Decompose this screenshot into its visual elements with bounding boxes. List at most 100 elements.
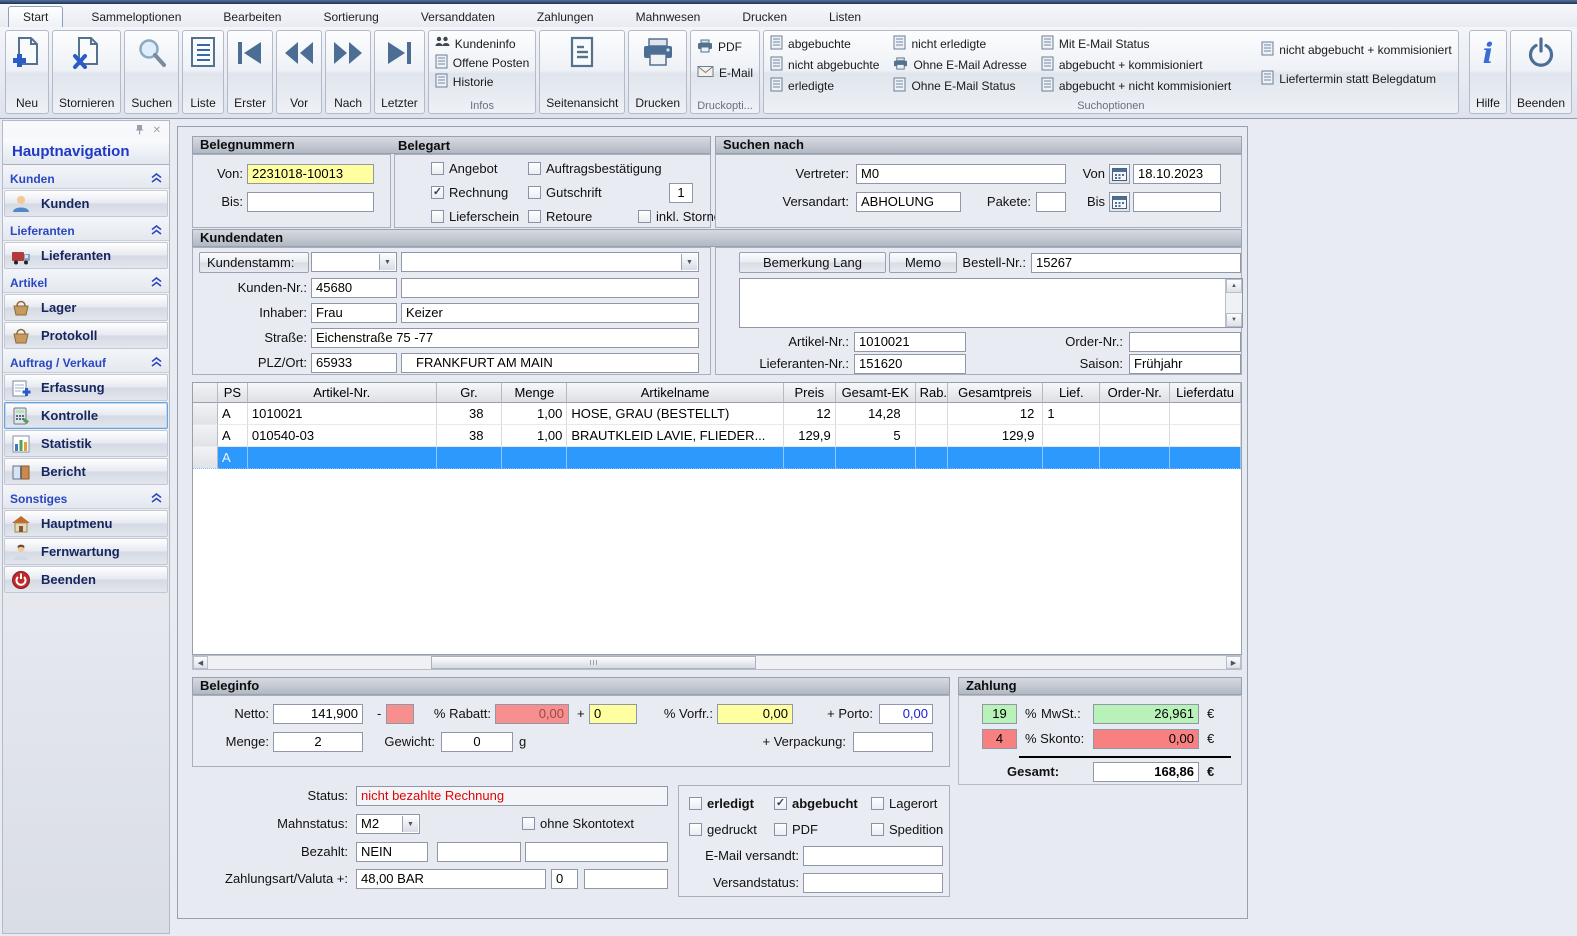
vertreter-input[interactable]: M0 — [856, 164, 1066, 184]
suchoption-nicht-abgebuchte[interactable]: nicht abgebuchte — [770, 55, 879, 74]
kunden-name-input[interactable] — [401, 278, 699, 298]
erster-button[interactable]: Erster — [227, 30, 274, 114]
skonto-prozent-input[interactable]: 4 — [982, 729, 1017, 749]
neu-button[interactable]: Neu — [5, 30, 49, 114]
rechnung-checkbox[interactable] — [431, 186, 444, 199]
rabatt-input[interactable]: 0,00 — [495, 704, 569, 724]
suchen-button[interactable]: Suchen — [124, 30, 180, 114]
tab-mahnwesen[interactable]: Mahnwesen — [622, 7, 715, 27]
chevron-up-icon[interactable] — [151, 276, 162, 290]
gutschrift-count-input[interactable]: 1 — [669, 183, 693, 203]
stornieren-button[interactable]: Stornieren — [52, 30, 122, 114]
suchoption-mit-e-mail-status[interactable]: Mit E-Mail Status — [1041, 34, 1231, 53]
suchoption-abgebuchte[interactable]: abgebuchte — [770, 34, 879, 53]
kundenstamm-code-combo[interactable]: ▼ — [311, 252, 397, 272]
skonto-betrag-input[interactable]: 0,00 — [1093, 729, 1199, 749]
pakete-input[interactable] — [1036, 192, 1066, 212]
sidebar-group-lieferanten[interactable]: Lieferanten — [3, 217, 169, 241]
gewicht-input[interactable]: 0 — [441, 732, 513, 752]
ort-input[interactable]: FRANKFURT AM MAIN — [401, 353, 699, 373]
column-header-gesamt-ek[interactable]: Gesamt-EK — [835, 383, 916, 403]
versandstatus-input[interactable] — [803, 873, 943, 893]
zuschlag-input[interactable]: 0 — [589, 704, 637, 724]
sidebar-item-lager[interactable]: Lager — [4, 294, 168, 321]
sidebar-item-beenden[interactable]: Beenden — [4, 566, 168, 593]
inhaber-name-input[interactable]: Keizer — [401, 303, 699, 323]
zahlungsart-input[interactable]: 48,00 BAR — [356, 869, 546, 889]
chevron-up-icon[interactable] — [151, 224, 162, 238]
auftragsbestaetigung-checkbox[interactable] — [528, 162, 541, 175]
gesamt-input[interactable]: 168,86 — [1093, 762, 1199, 782]
drucken-button[interactable]: Drucken — [628, 30, 688, 114]
scroll-right-icon[interactable]: ▶ — [1226, 656, 1241, 669]
lieferanten-nr-input[interactable]: 151620 — [854, 354, 966, 374]
belegnummer-bis-input[interactable] — [247, 192, 374, 212]
suchoption-ohne-e-mail-adresse[interactable]: Ohne E-Mail Adresse — [893, 55, 1027, 74]
positionen-table[interactable]: PS Artikel-Nr. Gr. Menge Artikelname Preis Ges… — [192, 382, 1242, 655]
datum-von-input[interactable]: 18.10.2023 — [1133, 164, 1221, 184]
sidebar-item-kontrolle[interactable]: Kontrolle — [4, 402, 168, 429]
menge-input[interactable]: 2 — [273, 732, 363, 752]
table-row[interactable]: A 1010021 38 1,00 HOSE, GRAU (BESTELLT) 12 14,… — [193, 403, 1241, 425]
column-header-gesamtpreis[interactable]: Gesamtpreis — [947, 383, 1044, 403]
status-input[interactable]: nicht bezahlte Rechnung — [356, 786, 668, 806]
sidebar-item-bericht[interactable]: Bericht — [4, 458, 168, 485]
tab-sammeloptionen[interactable]: Sammeloptionen — [77, 7, 195, 27]
valuta-input[interactable]: 0 — [551, 869, 578, 889]
suchoption-liefertermin-statt-belegdatum[interactable]: Liefertermin statt Belegdatum — [1261, 70, 1451, 89]
tab-start[interactable]: Start — [8, 6, 64, 27]
verpackung-input[interactable] — [853, 732, 933, 752]
letzter-button[interactable]: Letzter — [374, 30, 425, 114]
suchoption-ohne-e-mail-status[interactable]: Ohne E-Mail Status — [893, 76, 1026, 95]
liste-button[interactable]: Liste — [182, 30, 225, 114]
scroll-left-icon[interactable]: ◀ — [193, 656, 208, 669]
close-icon[interactable]: ✕ — [153, 125, 161, 136]
sidebar-group-artikel[interactable]: Artikel — [3, 269, 169, 293]
sidebar-item-fernwartung[interactable]: Fernwartung — [4, 538, 168, 565]
angebot-checkbox[interactable] — [431, 162, 444, 175]
calendar-von-button[interactable] — [1109, 164, 1130, 184]
tab-listen[interactable]: Listen — [815, 7, 875, 27]
column-header-ps[interactable]: PS — [217, 383, 248, 403]
memo-scrollbar[interactable]: ▲ ▼ — [1225, 279, 1242, 327]
dropdown-arrow-icon[interactable]: ▼ — [379, 254, 395, 270]
kundeninfo-button[interactable]: Kundeninfo — [435, 34, 530, 53]
plz-input[interactable]: 65933 — [311, 353, 397, 373]
kundenstamm-name-combo[interactable]: ▼ — [401, 252, 699, 272]
tab-sortierung[interactable]: Sortierung — [309, 7, 392, 27]
sidebar-group-sonstiges[interactable]: Sonstiges — [3, 485, 169, 509]
scrollbar-thumb[interactable] — [431, 656, 756, 669]
sidebar-item-erfassung[interactable]: Erfassung — [4, 374, 168, 401]
table-horizontal-scrollbar[interactable]: ◀ ▶ — [192, 655, 1242, 670]
artikel-nr-input[interactable]: 1010021 — [854, 332, 966, 352]
vorfr-input[interactable]: 0,00 — [717, 704, 793, 724]
bezahlt-feld2-input[interactable] — [437, 842, 521, 862]
bestell-nr-input[interactable]: 15267 — [1031, 253, 1241, 273]
bemerkung-lang-button[interactable]: Bemerkung Lang — [739, 252, 886, 273]
calendar-bis-button[interactable] — [1109, 192, 1130, 212]
suchoption-erledigte[interactable]: erledigte — [770, 76, 879, 95]
retoure-checkbox[interactable] — [528, 210, 541, 223]
datum-bis-input[interactable] — [1133, 192, 1221, 212]
sidebar-item-kunden[interactable]: Kunden — [4, 190, 168, 217]
tab-zahlungen[interactable]: Zahlungen — [523, 7, 608, 27]
lagerort-checkbox[interactable] — [871, 797, 884, 810]
pin-icon[interactable] — [135, 122, 144, 140]
mwst-betrag-input[interactable]: 26,961 — [1093, 704, 1199, 724]
dropdown-arrow-icon[interactable]: ▼ — [402, 816, 418, 832]
seitenansicht-button[interactable]: Seitenansicht — [539, 30, 626, 114]
gedruckt-checkbox[interactable] — [689, 823, 702, 836]
suchoption-abgebucht-kommisioniert[interactable]: abgebucht + kommisioniert — [1041, 55, 1231, 74]
scroll-up-icon[interactable]: ▲ — [1226, 279, 1242, 293]
table-row[interactable]: A 010540-03 38 1,00 BRAUTKLEID LAVIE, FLIEDE… — [193, 425, 1241, 447]
strasse-input[interactable]: Eichenstraße 75 -77 — [311, 328, 699, 348]
column-header-gr[interactable]: Gr. — [436, 383, 503, 403]
email-button[interactable]: E-Mail — [697, 60, 753, 86]
email-versandt-input[interactable] — [803, 846, 943, 866]
sidebar-group-kunden[interactable]: Kunden — [3, 165, 169, 189]
valuta-feld2-input[interactable] — [584, 869, 668, 889]
sidebar-item-lieferanten[interactable]: Lieferanten — [4, 242, 168, 269]
mwst-prozent-input[interactable]: 19 — [982, 704, 1017, 724]
anrede-input[interactable]: Frau — [311, 303, 397, 323]
belegnummer-von-input[interactable]: 2231018-10013 — [247, 164, 374, 184]
